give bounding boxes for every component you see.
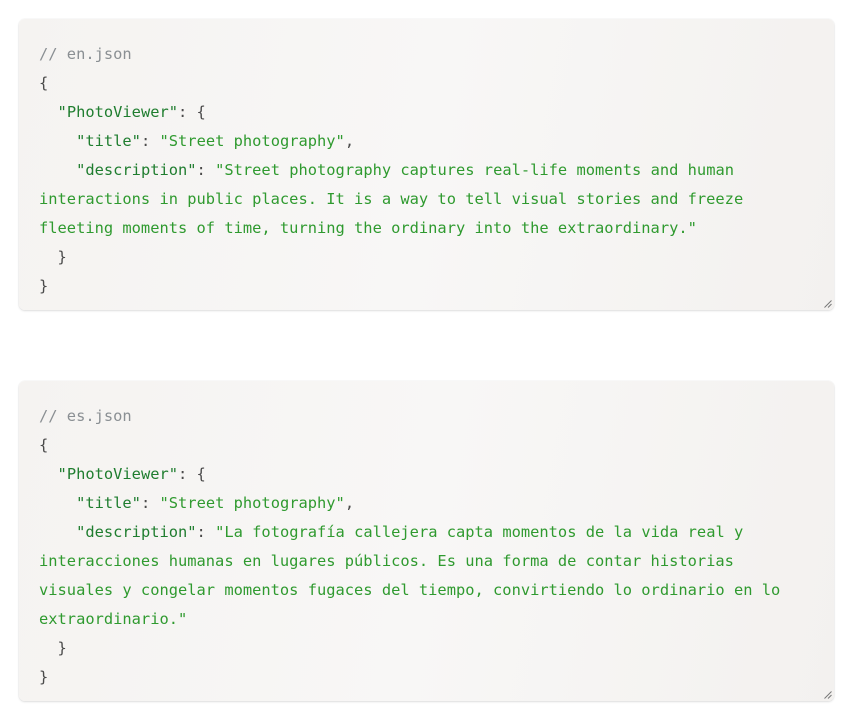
title-key: "title" <box>76 494 141 512</box>
open-brace: { <box>39 74 49 92</box>
title-comma: , <box>344 132 355 150</box>
title-separator: : <box>140 494 160 512</box>
code-text: // en.json { "PhotoViewer": { "title": "… <box>39 40 814 301</box>
title-key: "title" <box>76 132 141 150</box>
object-key: "PhotoViewer" <box>57 465 179 483</box>
code-block-es-json: // es.json { "PhotoViewer": { "title": "… <box>19 381 834 701</box>
inner-close-brace: } <box>57 248 67 266</box>
title-value: "Street photography" <box>159 494 345 512</box>
open-brace: { <box>39 436 49 454</box>
resize-handle-icon[interactable] <box>824 300 832 308</box>
code-block-en-json: // en.json { "PhotoViewer": { "title": "… <box>19 19 834 310</box>
description-separator: : <box>196 161 216 179</box>
object-key: "PhotoViewer" <box>57 103 179 121</box>
object-open: : { <box>178 103 206 121</box>
title-separator: : <box>140 132 160 150</box>
title-comma: , <box>344 494 355 512</box>
description-key: "description" <box>76 161 197 179</box>
title-value: "Street photography" <box>159 132 345 150</box>
object-open: : { <box>178 465 206 483</box>
outer-close-brace: } <box>39 668 49 686</box>
description-separator: : <box>196 523 216 541</box>
outer-close-brace: } <box>39 277 49 295</box>
code-text: // es.json { "PhotoViewer": { "title": "… <box>39 402 814 692</box>
description-key: "description" <box>76 523 197 541</box>
file-comment: // en.json <box>39 45 132 63</box>
inner-close-brace: } <box>57 639 67 657</box>
file-comment: // es.json <box>39 407 132 425</box>
resize-handle-icon[interactable] <box>824 691 832 699</box>
